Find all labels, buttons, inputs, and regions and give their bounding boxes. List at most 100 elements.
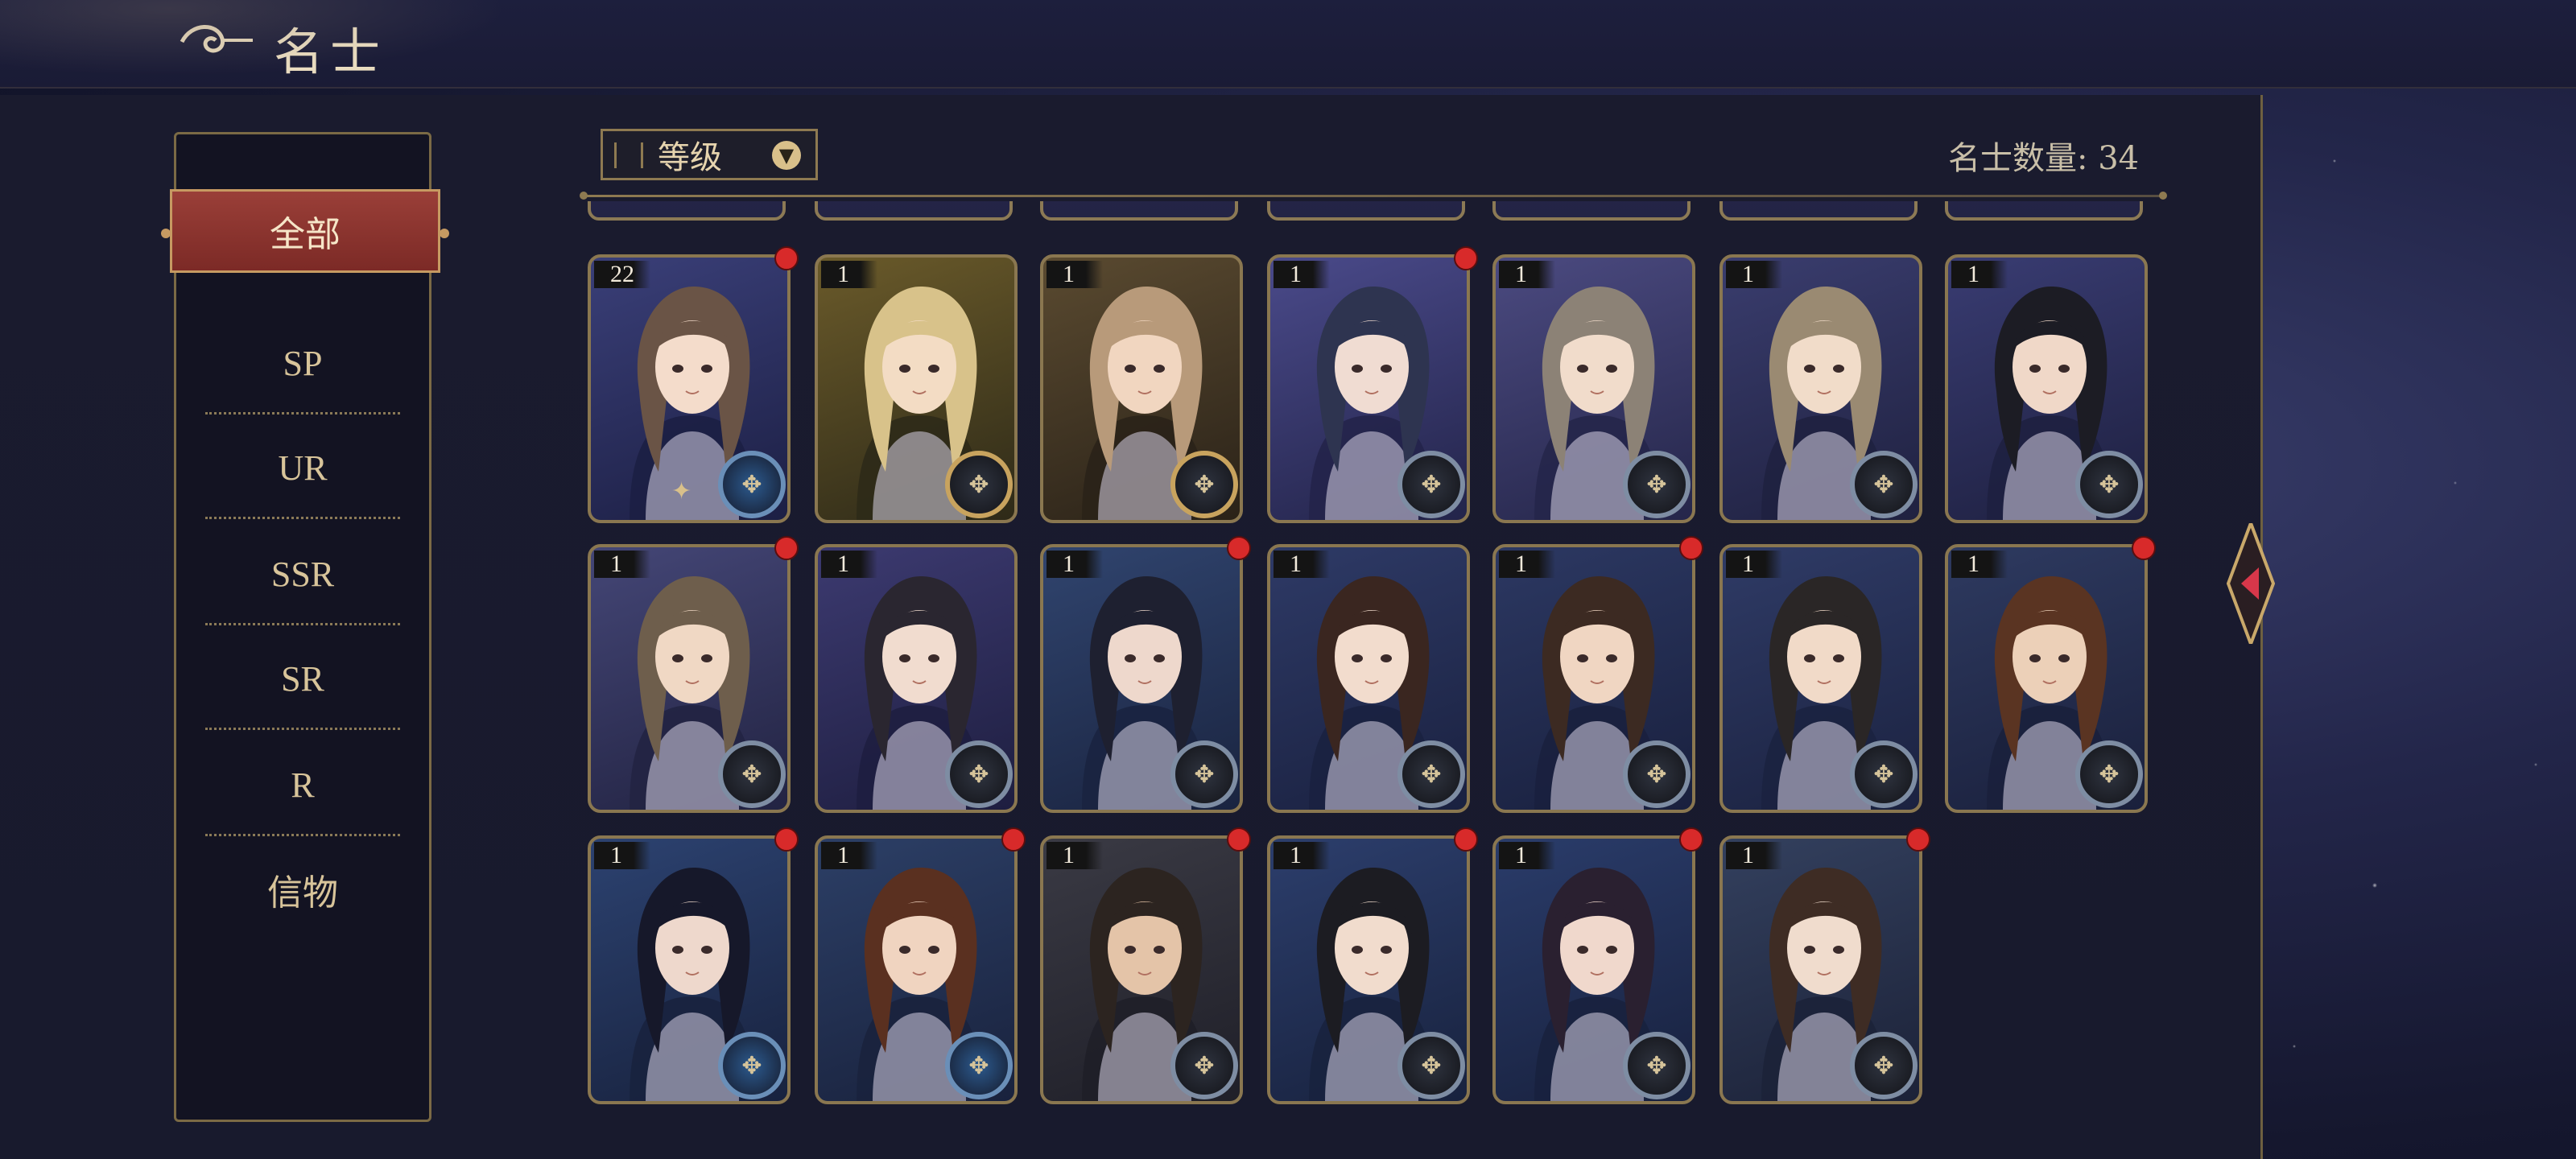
level-badge: 1 (1274, 261, 1330, 288)
sidebar-item-ur[interactable]: UR (176, 416, 429, 519)
collapse-panel-icon[interactable] (2227, 523, 2275, 644)
level-value: 1 (610, 842, 622, 868)
character-card[interactable]: 1 ✥ (1719, 254, 1922, 523)
notification-dot (2132, 536, 2156, 560)
compass-medal-icon: ✥ (2075, 740, 2143, 808)
divider (205, 412, 400, 415)
level-badge: 1 (1499, 261, 1555, 288)
character-card[interactable]: 22 ✥ ✦ (588, 246, 799, 523)
character-card[interactable]: 1 ✥ (1040, 254, 1243, 523)
character-card[interactable]: 1 ✥ (1492, 827, 1703, 1104)
sidebar-item-r[interactable]: R (176, 733, 429, 836)
level-badge: 1 (1274, 842, 1330, 869)
character-card[interactable]: 1 ✥ (1040, 536, 1251, 813)
character-card[interactable]: 1 ✥ (1267, 544, 1470, 813)
character-card[interactable]: 1 ✥ (815, 827, 1026, 1104)
level-value: 1 (837, 551, 849, 577)
notification-dot (1454, 246, 1478, 270)
compass-medal-icon: ✥ (1850, 740, 1918, 808)
character-card[interactable]: 1 ✥ (588, 536, 799, 813)
compass-medal-icon: ✥ (1850, 1032, 1918, 1099)
level-badge: 1 (1274, 551, 1330, 578)
character-card[interactable]: 1 ✥ (815, 544, 1018, 813)
compass-medal-icon: ✥ (1623, 740, 1690, 808)
character-card[interactable]: 1 ✥ (1267, 827, 1478, 1104)
character-card[interactable]: 1 ✥ (1492, 254, 1695, 523)
sidebar-item-sp[interactable]: SP (176, 311, 429, 415)
level-badge: 1 (821, 842, 877, 869)
sidebar-item-label: SR (281, 658, 324, 699)
sidebar-item-ssr[interactable]: SSR (176, 522, 429, 625)
sidebar-item-all[interactable]: 全部 (161, 189, 449, 273)
character-count: 名士数量: 34 (1948, 140, 2140, 177)
compass-medal-icon: ✥ (718, 740, 786, 808)
level-badge: 1 (821, 261, 877, 288)
level-value: 1 (1515, 842, 1527, 868)
level-badge: 1 (1046, 551, 1103, 578)
sidebar-item-label: R (291, 765, 315, 805)
dropdown-ornament (614, 142, 643, 168)
character-card[interactable]: 1 ✥ (1719, 544, 1922, 813)
compass-medal-icon: ✥ (1170, 740, 1238, 808)
level-value: 1 (1742, 261, 1754, 287)
divider (205, 517, 400, 519)
level-value: 1 (1063, 842, 1075, 868)
rarity-sidebar: 全部 SP UR SSR SR R 信物 (161, 132, 449, 1122)
level-value: 1 (1290, 842, 1302, 868)
level-value: 1 (1967, 261, 1979, 287)
notification-dot (1454, 827, 1478, 852)
sort-dropdown[interactable]: 等级 ▼ (601, 129, 818, 180)
compass-medal-icon: ✥ (1397, 1032, 1465, 1099)
level-value: 22 (610, 261, 634, 287)
level-value: 1 (1290, 551, 1302, 577)
notification-dot (774, 246, 799, 270)
compass-medal-icon: ✥ (945, 740, 1013, 808)
cloud-ornament-icon (180, 25, 253, 53)
notification-dot (1679, 536, 1703, 560)
sidebar-item-sr[interactable]: SR (176, 627, 429, 730)
sparkle-icon: ✦ (671, 477, 692, 505)
chevron-down-icon: ▼ (772, 141, 801, 170)
scrolled-card-edge (1492, 201, 1695, 233)
compass-medal-icon: ✥ (2075, 451, 2143, 518)
notification-dot (774, 536, 799, 560)
level-value: 1 (1515, 261, 1527, 287)
character-card[interactable]: 1 ✥ (1945, 254, 2148, 523)
character-card[interactable]: 1 ✥ (1492, 536, 1703, 813)
level-value: 1 (1063, 261, 1075, 287)
compass-medal-icon: ✥ (1170, 451, 1238, 518)
character-card[interactable]: 1 ✥ (1040, 827, 1251, 1104)
compass-medal-icon: ✥ (945, 1032, 1013, 1099)
level-badge: 1 (1951, 551, 2008, 578)
divider (205, 728, 400, 730)
sidebar-item-token[interactable]: 信物 (176, 838, 429, 941)
character-card[interactable]: 1 ✥ (815, 254, 1018, 523)
sidebar-item-label: UR (278, 448, 328, 488)
level-value: 1 (1515, 551, 1527, 577)
level-badge: 1 (1046, 261, 1103, 288)
level-badge: 1 (1499, 842, 1555, 869)
notification-dot (774, 827, 799, 852)
character-card[interactable]: 1 ✥ (1719, 827, 1930, 1104)
sidebar-item-label: 信物 (267, 873, 338, 913)
sort-dropdown-value: 等级 (658, 139, 722, 176)
notification-dot (1906, 827, 1930, 852)
page-title: 名士 (274, 23, 387, 81)
level-value: 1 (610, 551, 622, 577)
level-badge: 1 (1726, 551, 1782, 578)
scrolled-card-edge (1040, 201, 1243, 233)
compass-medal-icon: ✥ (1623, 451, 1690, 518)
notification-dot (1227, 536, 1251, 560)
level-value: 1 (837, 261, 849, 287)
compass-medal-icon: ✥ (1623, 1032, 1690, 1099)
character-card[interactable]: 1 ✥ (588, 827, 799, 1104)
character-card[interactable]: 1 ✥ (1267, 246, 1478, 523)
header-divider (580, 192, 2167, 200)
level-badge: 1 (594, 842, 650, 869)
compass-medal-icon: ✥ (718, 1032, 786, 1099)
level-badge: 1 (1046, 842, 1103, 869)
level-badge: 22 (594, 261, 650, 288)
level-badge: 1 (594, 551, 650, 578)
level-value: 1 (1063, 551, 1075, 577)
character-card[interactable]: 1 ✥ (1945, 536, 2156, 813)
